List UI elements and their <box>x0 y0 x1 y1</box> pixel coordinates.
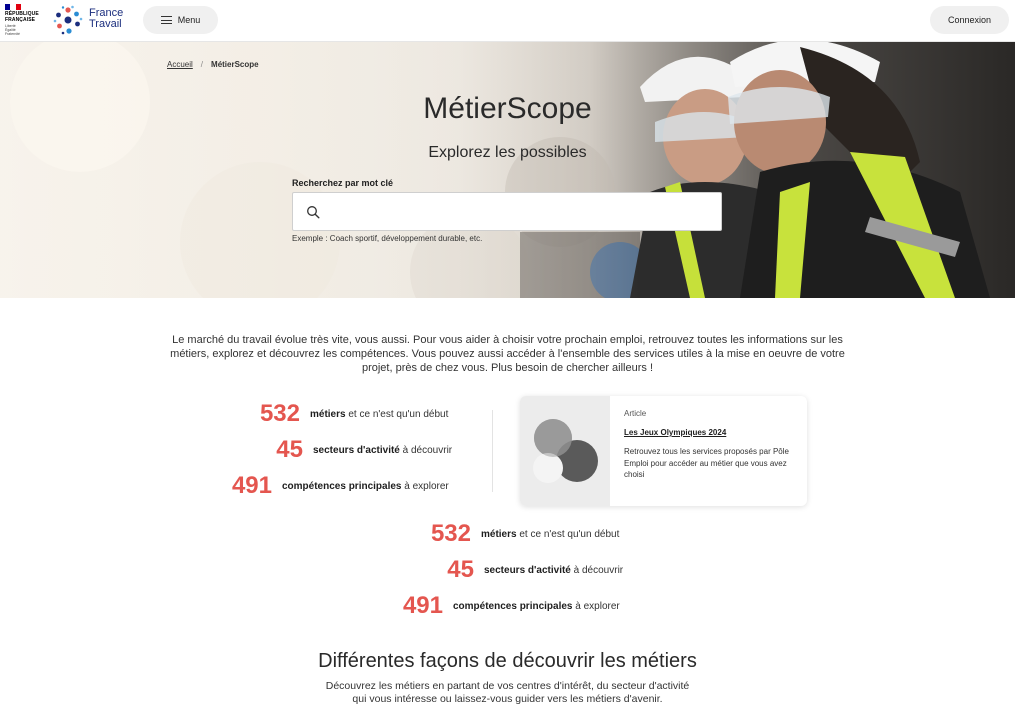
stat-competences-secondary: 491 compétences principales à explorer <box>393 592 620 619</box>
section-subtitle: Découvrez les métiers en partant de vos … <box>325 680 690 705</box>
stat-number: 45 <box>276 436 303 463</box>
article-card[interactable]: Article Les Jeux Olympiques 2024 Retrouv… <box>520 396 807 506</box>
search-label: Recherchez par mot clé <box>292 178 394 188</box>
stat-number: 532 <box>259 400 300 427</box>
search-icon <box>307 206 320 219</box>
site-header: RÉPUBLIQUE FRANÇAISE Liberté Égalité Fra… <box>0 0 1015 42</box>
stat-label: compétences principales à explorer <box>453 600 620 612</box>
stat-label: secteurs d'activité à découvrir <box>484 564 624 576</box>
section-title: Différentes façons de découvrir les méti… <box>318 650 697 672</box>
stat-label: compétences principales à explorer <box>282 480 449 492</box>
page-title: MétierScope <box>423 92 592 125</box>
search-input[interactable] <box>331 193 711 230</box>
login-button[interactable]: Connexion <box>930 6 1009 34</box>
stat-competences: 491 compétences principales à explorer <box>222 472 449 499</box>
stat-label: secteurs d'activité à découvrir <box>313 444 453 456</box>
menu-button[interactable]: Menu <box>143 6 218 34</box>
breadcrumb-home-link[interactable]: Accueil <box>167 60 193 69</box>
republique-motto: Liberté Égalité Fraternité <box>5 24 20 36</box>
stat-secteurs-secondary: 45 secteurs d'activité à découvrir <box>400 556 624 583</box>
search-hint: Exemple : Coach sportif, développement d… <box>292 234 483 243</box>
france-travail-wordmark[interactable]: France Travail <box>89 8 123 30</box>
france-travail-logo-icon[interactable] <box>52 4 84 36</box>
breadcrumb-current: MétierScope <box>211 60 259 69</box>
stat-number: 491 <box>402 592 443 619</box>
republique-text: RÉPUBLIQUE FRANÇAISE <box>5 11 39 23</box>
stat-number: 532 <box>430 520 471 547</box>
hero-banner: Accueil / MétierScope MétierScope Explor… <box>0 42 1015 298</box>
stat-metiers-secondary: 532 métiers et ce n'est qu'un début <box>400 520 620 547</box>
breadcrumb-separator: / <box>200 60 204 69</box>
stat-number: 45 <box>447 556 474 583</box>
article-title-link[interactable]: Les Jeux Olympiques 2024 <box>624 428 726 437</box>
article-placeholder-icon <box>533 419 598 483</box>
stat-label: métiers et ce n'est qu'un début <box>481 528 620 540</box>
stats-divider <box>492 410 493 492</box>
article-image <box>520 396 610 506</box>
stat-secteurs: 45 secteurs d'activité à découvrir <box>228 436 453 463</box>
stat-number: 491 <box>231 472 272 499</box>
search-field[interactable] <box>292 192 722 231</box>
intro-paragraph: Le marché du travail évolue très vite, v… <box>170 334 845 374</box>
article-description: Retrouvez tous les services proposés par… <box>624 447 789 479</box>
stat-metiers: 532 métiers et ce n'est qu'un début <box>228 400 449 427</box>
stat-label: métiers et ce n'est qu'un début <box>310 408 449 420</box>
french-flag-icon <box>5 4 21 10</box>
republique-francaise-logo[interactable]: RÉPUBLIQUE FRANÇAISE Liberté Égalité Fra… <box>5 4 45 36</box>
page-subtitle: Explorez les possibles <box>428 144 587 161</box>
hamburger-icon <box>160 16 172 24</box>
menu-label: Menu <box>177 15 201 25</box>
breadcrumb: Accueil / MétierScope <box>167 60 259 69</box>
article-tag: Article <box>624 409 647 418</box>
hero-fade-overlay <box>0 42 640 298</box>
